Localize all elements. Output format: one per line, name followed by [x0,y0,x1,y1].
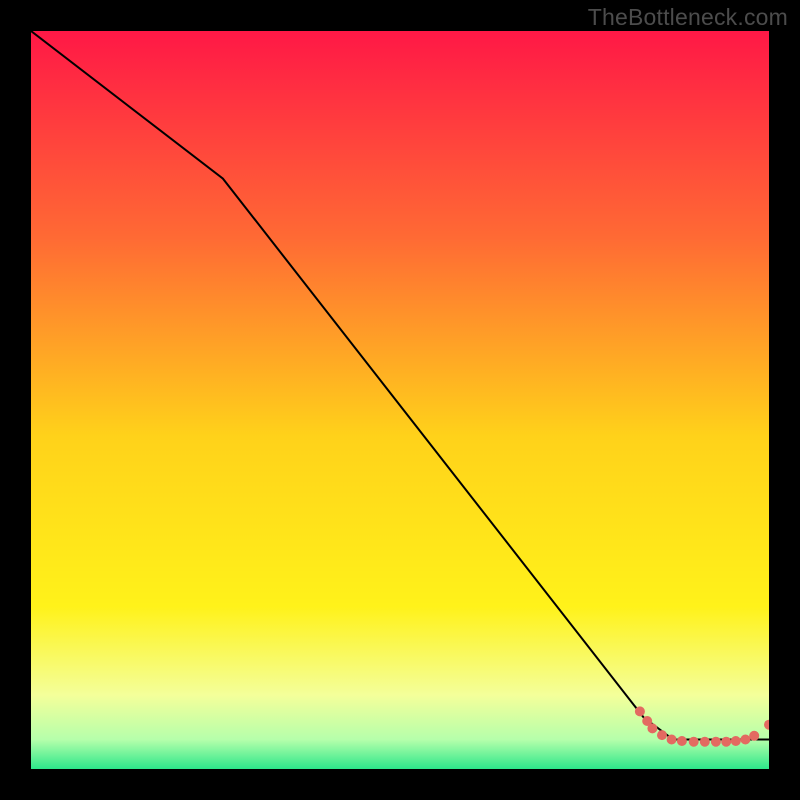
data-dot [667,735,677,745]
data-dot [700,737,710,747]
plot-area [31,31,769,769]
data-dot [647,723,657,733]
gradient-background [31,31,769,769]
data-dot [677,736,687,746]
data-dot [711,737,721,747]
watermark-text: TheBottleneck.com [588,4,788,31]
data-dot [721,737,731,747]
plot-svg [31,31,769,769]
data-dot [731,736,741,746]
data-dot [657,730,667,740]
data-dot [635,706,645,716]
data-dot [740,735,750,745]
chart-frame: TheBottleneck.com [0,0,800,800]
data-dot [689,737,699,747]
data-dot [749,731,759,741]
